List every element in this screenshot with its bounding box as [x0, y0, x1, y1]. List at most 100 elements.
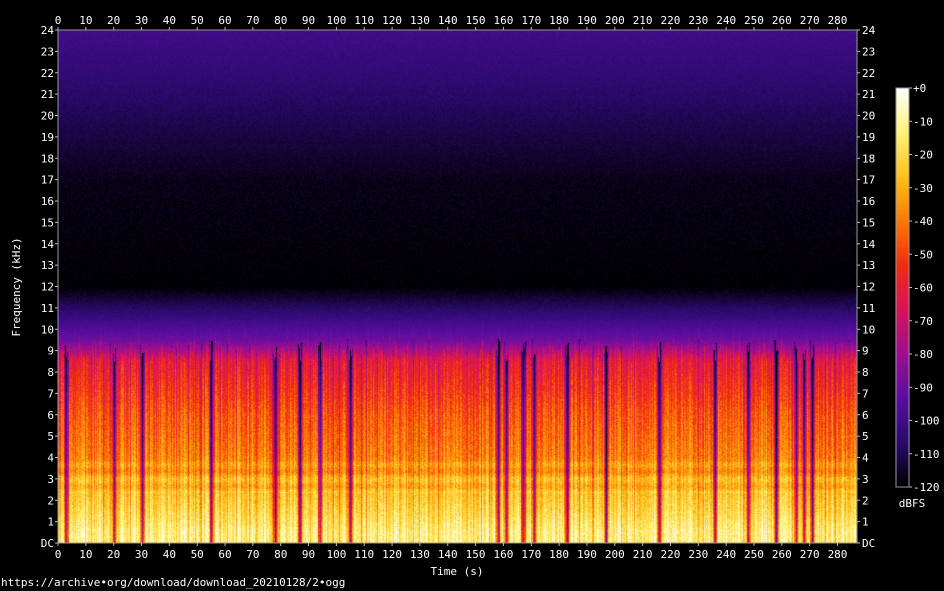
y-tick-label-right: 3: [862, 473, 869, 486]
y-tick-label-right: 24: [862, 24, 876, 37]
x-tick-label-top: 140: [438, 14, 458, 27]
x-tick-label-top: 150: [466, 14, 486, 27]
x-tick-label-bottom: 120: [382, 548, 402, 561]
colorbar-tick-label: -40: [913, 215, 933, 228]
y-tick-label-right: 15: [862, 216, 875, 229]
x-axis-label: Time (s): [431, 565, 484, 578]
colorbar-tick-label: -90: [913, 381, 933, 394]
y-tick-label-left: 1: [47, 516, 54, 529]
x-tick-label-bottom: 180: [549, 548, 569, 561]
y-tick-label-right: DC: [862, 537, 875, 550]
y-tick-label-left: 24: [41, 24, 55, 37]
x-tick-label-bottom: 100: [326, 548, 346, 561]
y-tick-label-right: 13: [862, 259, 875, 272]
x-tick-label-bottom: 60: [218, 548, 231, 561]
x-tick-label-bottom: 30: [135, 548, 148, 561]
x-tick-label-top: 40: [163, 14, 176, 27]
y-tick-label-right: 23: [862, 45, 875, 58]
x-tick-label-bottom: 260: [772, 548, 792, 561]
y-tick-label-left: 19: [41, 131, 54, 144]
colorbar-tick-label: -120: [913, 481, 940, 494]
y-axis-label: Frequency (kHz): [10, 237, 23, 336]
y-tick-label-right: 16: [862, 195, 875, 208]
y-tick-label-left: 22: [41, 67, 54, 80]
x-tick-label-bottom: 40: [163, 548, 176, 561]
x-tick-label-top: 10: [79, 14, 92, 27]
y-tick-label-left: 17: [41, 174, 54, 187]
colorbar-tick-label: -100: [913, 415, 940, 428]
colorbar-tick-label: -60: [913, 282, 933, 295]
y-tick-label-right: 9: [862, 345, 869, 358]
x-tick-label-bottom: 20: [107, 548, 120, 561]
x-tick-label-top: 20: [107, 14, 120, 27]
x-tick-label-top: 60: [218, 14, 231, 27]
x-tick-label-bottom: 240: [716, 548, 736, 561]
y-tick-label-right: 6: [862, 409, 869, 422]
x-tick-label-bottom: 80: [274, 548, 287, 561]
x-tick-label-bottom: 150: [466, 548, 486, 561]
y-tick-label-left: 20: [41, 110, 54, 123]
x-tick-label-top: 260: [772, 14, 792, 27]
x-tick-label-top: 80: [274, 14, 287, 27]
x-tick-label-top: 280: [828, 14, 848, 27]
y-tick-label-left: DC: [41, 537, 54, 550]
spectrogram-plot: [57, 29, 858, 544]
x-tick-label-top: 250: [744, 14, 764, 27]
x-tick-label-bottom: 110: [354, 548, 374, 561]
spectrogram-figure: 0 0 10 10 20 20 30 30 40 40 50 50 60 60 70 70 80 80 90 90 10…: [10, 14, 940, 578]
y-tick-label-right: 14: [862, 238, 876, 251]
x-tick-label-top: 190: [577, 14, 597, 27]
x-tick-label-top: 240: [716, 14, 736, 27]
y-tick-label-right: 10: [862, 323, 875, 336]
colorbar-tick-label: -50: [913, 248, 933, 261]
x-tick-label-top: 120: [382, 14, 402, 27]
x-tick-label-bottom: 210: [633, 548, 653, 561]
y-tick-label-left: 3: [47, 473, 54, 486]
x-tick-label-top: 70: [246, 14, 259, 27]
y-tick-label-right: 20: [862, 110, 875, 123]
x-tick-label-bottom: 10: [79, 548, 92, 561]
y-tick-label-right: 11: [862, 302, 875, 315]
x-tick-label-top: 230: [688, 14, 708, 27]
x-tick-label-top: 130: [410, 14, 430, 27]
y-tick-label-right: 21: [862, 88, 875, 101]
colorbar-gradient: [896, 88, 909, 487]
colorbar-tick-label: -10: [913, 115, 933, 128]
y-tick-label-left: 12: [41, 281, 54, 294]
x-tick-label-bottom: 130: [410, 548, 430, 561]
x-tick-label-bottom: 50: [191, 548, 204, 561]
x-tick-label-bottom: 70: [246, 548, 259, 561]
colorbar-tick-label: +0: [913, 82, 926, 95]
y-tick-label-left: 15: [41, 216, 54, 229]
y-tick-label-left: 23: [41, 45, 54, 58]
spectrogram-image: [58, 30, 857, 543]
x-tick-label-top: 110: [354, 14, 374, 27]
y-tick-label-left: 10: [41, 323, 54, 336]
source-url: https://archive•org/download/download_20…: [1, 576, 346, 589]
colorbar-tick-label: -30: [913, 182, 933, 195]
x-tick-label-top: 220: [661, 14, 681, 27]
x-tick-label-top: 30: [135, 14, 148, 27]
y-tick-label-right: 5: [862, 430, 869, 443]
y-tick-label-right: 2: [862, 494, 869, 507]
y-tick-label-left: 4: [47, 452, 54, 465]
y-tick-label-right: 19: [862, 131, 875, 144]
colorbar-tick-label: -20: [913, 149, 933, 162]
x-tick-label-top: 180: [549, 14, 569, 27]
colorbar: [895, 87, 910, 488]
y-tick-label-left: 9: [47, 345, 54, 358]
x-tick-label-bottom: 200: [605, 548, 625, 561]
x-tick-label-top: 160: [493, 14, 513, 27]
colorbar-tick-label: -70: [913, 315, 933, 328]
y-tick-label-left: 14: [41, 238, 55, 251]
x-tick-label-bottom: 160: [493, 548, 513, 561]
y-tick-label-right: 12: [862, 281, 875, 294]
y-tick-label-left: 13: [41, 259, 54, 272]
y-tick-label-left: 8: [47, 366, 54, 379]
y-tick-label-right: 1: [862, 516, 869, 529]
x-tick-label-top: 0: [55, 14, 62, 27]
x-tick-label-top: 210: [633, 14, 653, 27]
x-tick-label-bottom: 280: [828, 548, 848, 561]
y-tick-label-left: 5: [47, 430, 54, 443]
x-tick-label-bottom: 230: [688, 548, 708, 561]
